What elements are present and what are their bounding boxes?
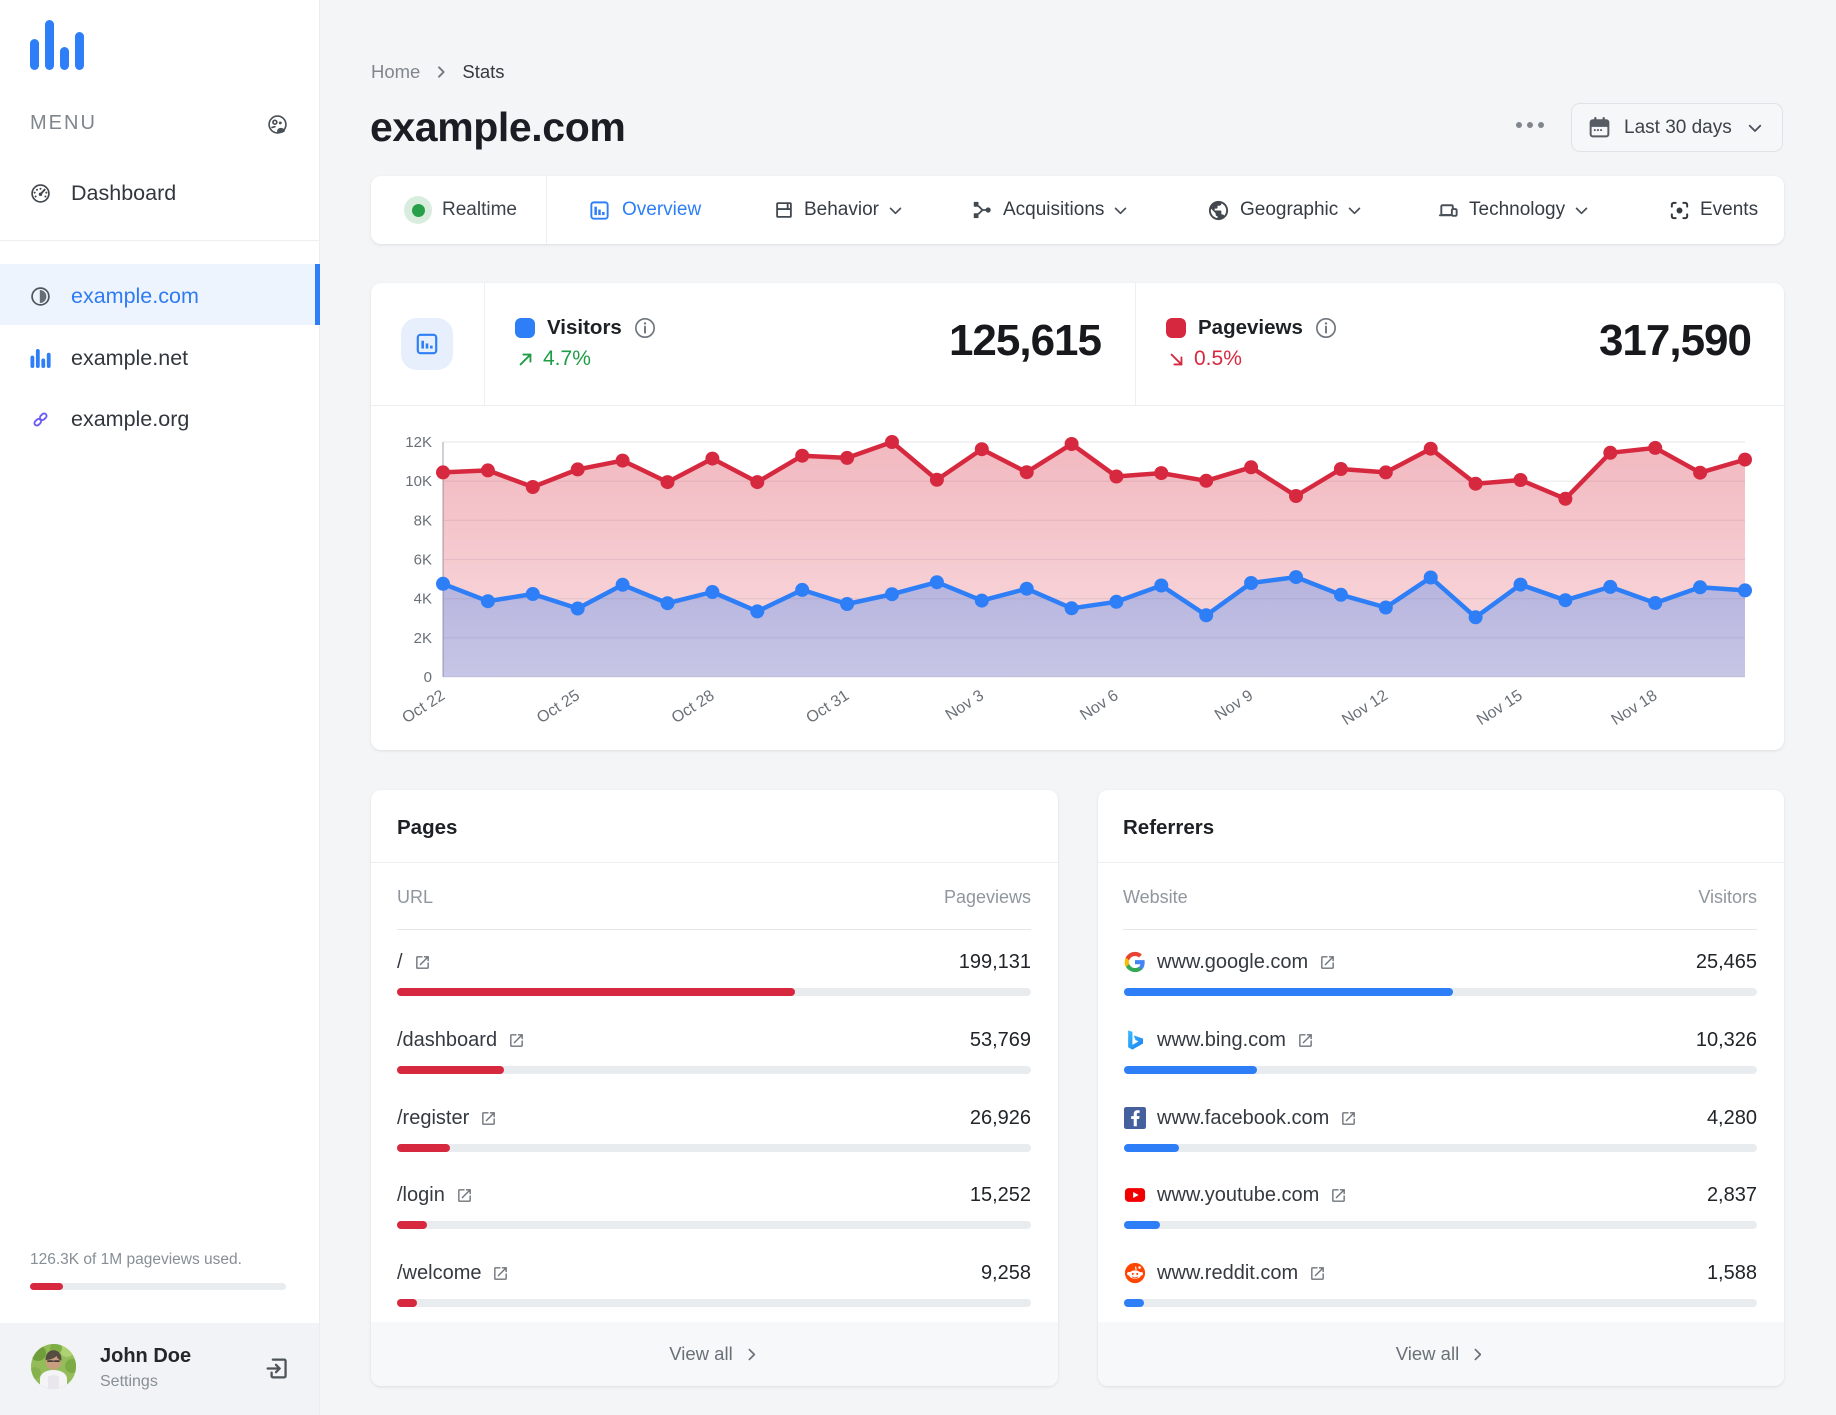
svg-text:Nov 9: Nov 9 — [1212, 687, 1256, 724]
svg-text:10K: 10K — [405, 473, 432, 490]
svg-text:2K: 2K — [414, 630, 432, 647]
svg-text:Nov 12: Nov 12 — [1339, 687, 1391, 729]
svg-text:Nov 18: Nov 18 — [1609, 687, 1661, 729]
svg-text:8K: 8K — [414, 512, 432, 529]
svg-text:6K: 6K — [414, 552, 432, 569]
svg-text:Oct 25: Oct 25 — [534, 687, 583, 727]
svg-text:Oct 28: Oct 28 — [669, 687, 718, 727]
svg-text:Nov 15: Nov 15 — [1474, 687, 1526, 729]
svg-text:Nov 3: Nov 3 — [943, 687, 987, 724]
svg-text:Nov 6: Nov 6 — [1077, 687, 1121, 724]
svg-text:4K: 4K — [414, 591, 432, 608]
svg-text:Oct 31: Oct 31 — [803, 687, 852, 727]
svg-text:Oct 22: Oct 22 — [399, 687, 448, 727]
svg-text:12K: 12K — [405, 434, 432, 451]
svg-text:0: 0 — [424, 669, 432, 686]
